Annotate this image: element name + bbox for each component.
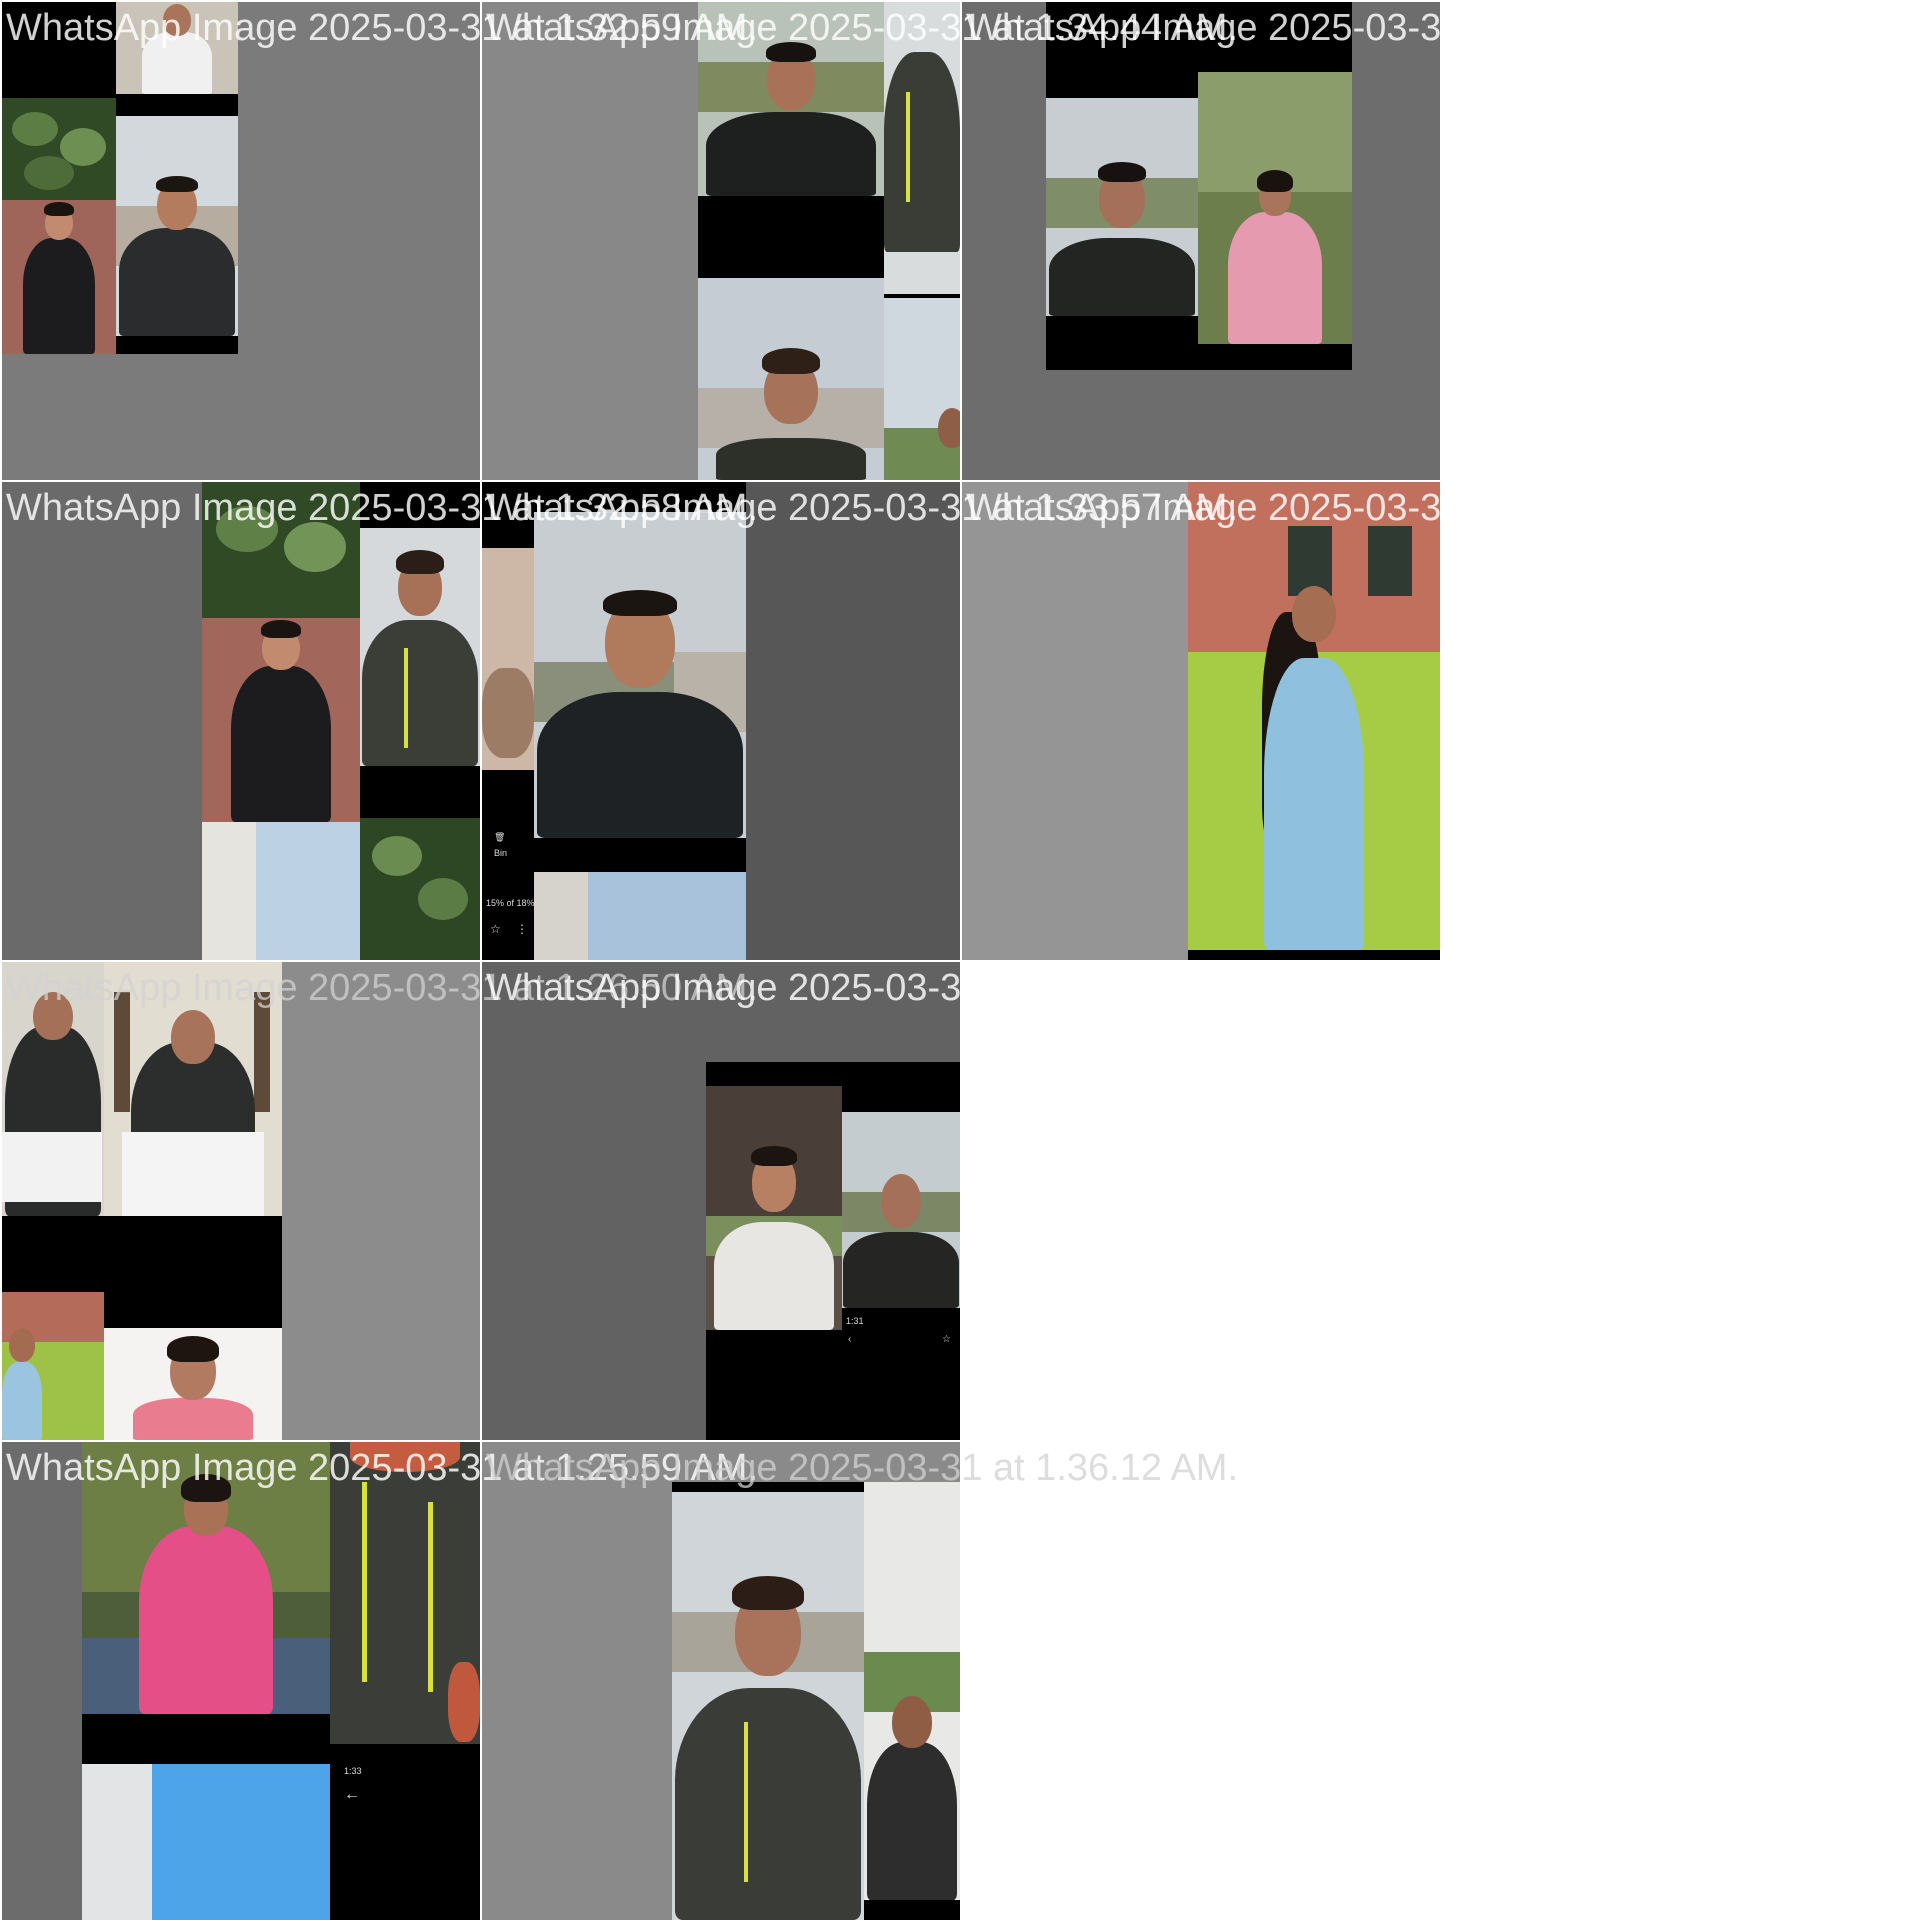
- collage-frame: [2, 2, 238, 354]
- collage-frame: [672, 1482, 960, 1920]
- photo-thumbnail: [534, 512, 746, 838]
- tile-background: [482, 1442, 960, 1920]
- photo-thumbnail: [82, 1764, 330, 1920]
- photo-thumbnail: [104, 962, 282, 1216]
- collage-frame: 🗑 Bin 15% of 18% ☆ ⋮: [482, 482, 746, 960]
- image-tile[interactable]: 🗑 Bin 15% of 18% ☆ ⋮ WhatsApp Image 2025…: [482, 482, 1238, 960]
- collage-frame: [698, 2, 960, 480]
- photo-thumbnail: [1046, 98, 1198, 316]
- photo-thumbnail: [104, 1328, 282, 1440]
- photo-thumbnail: [360, 818, 480, 960]
- tile-background: [482, 2, 960, 480]
- back-arrow-icon[interactable]: ←: [344, 1786, 360, 1804]
- image-tile[interactable]: 1:33 ← WhatsApp Image 2025-03-31 at 1.25…: [2, 1442, 758, 1920]
- photo-thumbnail: [330, 1442, 480, 1744]
- storage-text: 15% of 18%: [486, 898, 535, 908]
- image-tile[interactable]: WhatsApp Image 2025-03-31 at 1.26.50 AM.: [2, 962, 758, 1440]
- tile-background: 🗑 Bin 15% of 18% ☆ ⋮: [482, 482, 960, 960]
- screenshot-page: WhatsApp Image 2025-03-31 at 1.32.59 AM.: [0, 0, 1920, 1920]
- photo-thumbnail: [864, 1482, 960, 1900]
- star-icon[interactable]: ☆: [490, 922, 501, 936]
- photo-thumbnail: [672, 1492, 864, 1920]
- photo-thumbnail: [482, 548, 534, 770]
- photo-thumbnail: [360, 528, 480, 766]
- collage-frame: [1046, 2, 1352, 370]
- photo-thumbnail: [698, 2, 884, 196]
- image-tile[interactable]: WhatsApp Image 2025-03-31 at 1.25.58 AM.: [962, 482, 1718, 960]
- photo-thumbnail: [534, 872, 746, 960]
- photo-thumbnail: [82, 1442, 330, 1714]
- photo-thumbnail: [116, 116, 238, 336]
- star-icon[interactable]: ☆: [942, 1334, 951, 1345]
- tile-background: [2, 482, 480, 960]
- tile-background: [2, 962, 480, 1440]
- photo-thumbnail: [706, 1086, 842, 1330]
- collage-frame: 1:33 ←: [82, 1442, 480, 1920]
- photo-thumbnail: [1188, 482, 1440, 950]
- image-tile[interactable]: WhatsApp Image 2025-03-31 at 1.36.12 AM.: [482, 1442, 1238, 1920]
- share-label: Bin: [494, 848, 508, 858]
- photo-thumbnail: [2, 98, 116, 200]
- tile-background: 1:33 ←: [2, 1442, 480, 1920]
- trash-icon[interactable]: 🗑: [494, 832, 505, 843]
- more-vert-icon[interactable]: ⋮: [516, 922, 528, 936]
- back-arrow-icon[interactable]: ‹: [848, 1334, 851, 1345]
- photo-thumbnail: [2, 1292, 104, 1440]
- image-tile[interactable]: WhatsApp Image 2025-03-31 at 1.32.59 AM.: [2, 2, 758, 480]
- collage-frame: [202, 482, 480, 960]
- photo-thumbnail: [2, 200, 116, 354]
- photo-thumbnail: [698, 278, 884, 480]
- collage-frame: [1188, 482, 1440, 960]
- collage-frame: 1:31 ‹ ☆: [706, 1062, 960, 1440]
- status-time: 1:33: [344, 1766, 362, 1776]
- photo-thumbnail: [116, 2, 238, 94]
- photo-thumbnail: [202, 822, 360, 960]
- image-contact-sheet: WhatsApp Image 2025-03-31 at 1.32.59 AM.: [0, 0, 1718, 1920]
- tile-background: [2, 2, 480, 480]
- image-tile[interactable]: 1:31 ‹ ☆ WhatsApp Image 2025-03-31 at 1.…: [482, 962, 1238, 1440]
- photo-thumbnail: [202, 618, 360, 822]
- tile-background: [962, 482, 1440, 960]
- photo-thumbnail: [1198, 72, 1352, 344]
- image-tile[interactable]: WhatsApp Image 2025-03-31 at 1.32.58 AM.: [2, 482, 758, 960]
- photo-thumbnail: [2, 962, 104, 1216]
- collage-frame: [2, 962, 282, 1440]
- image-tile[interactable]: WhatsApp Image 2025-03-31 at 1.28.19 AM.: [962, 2, 1718, 480]
- tile-background: 1:31 ‹ ☆: [482, 962, 960, 1440]
- photo-thumbnail: [884, 298, 960, 480]
- photo-thumbnail: [202, 482, 360, 618]
- photo-thumbnail: [842, 1112, 960, 1308]
- tile-background: [962, 2, 1440, 480]
- status-time: 1:31: [846, 1316, 864, 1326]
- image-tile[interactable]: WhatsApp Image 2025-03-31 at 1.34.44 AM.: [482, 2, 1238, 480]
- photo-thumbnail: [884, 2, 960, 294]
